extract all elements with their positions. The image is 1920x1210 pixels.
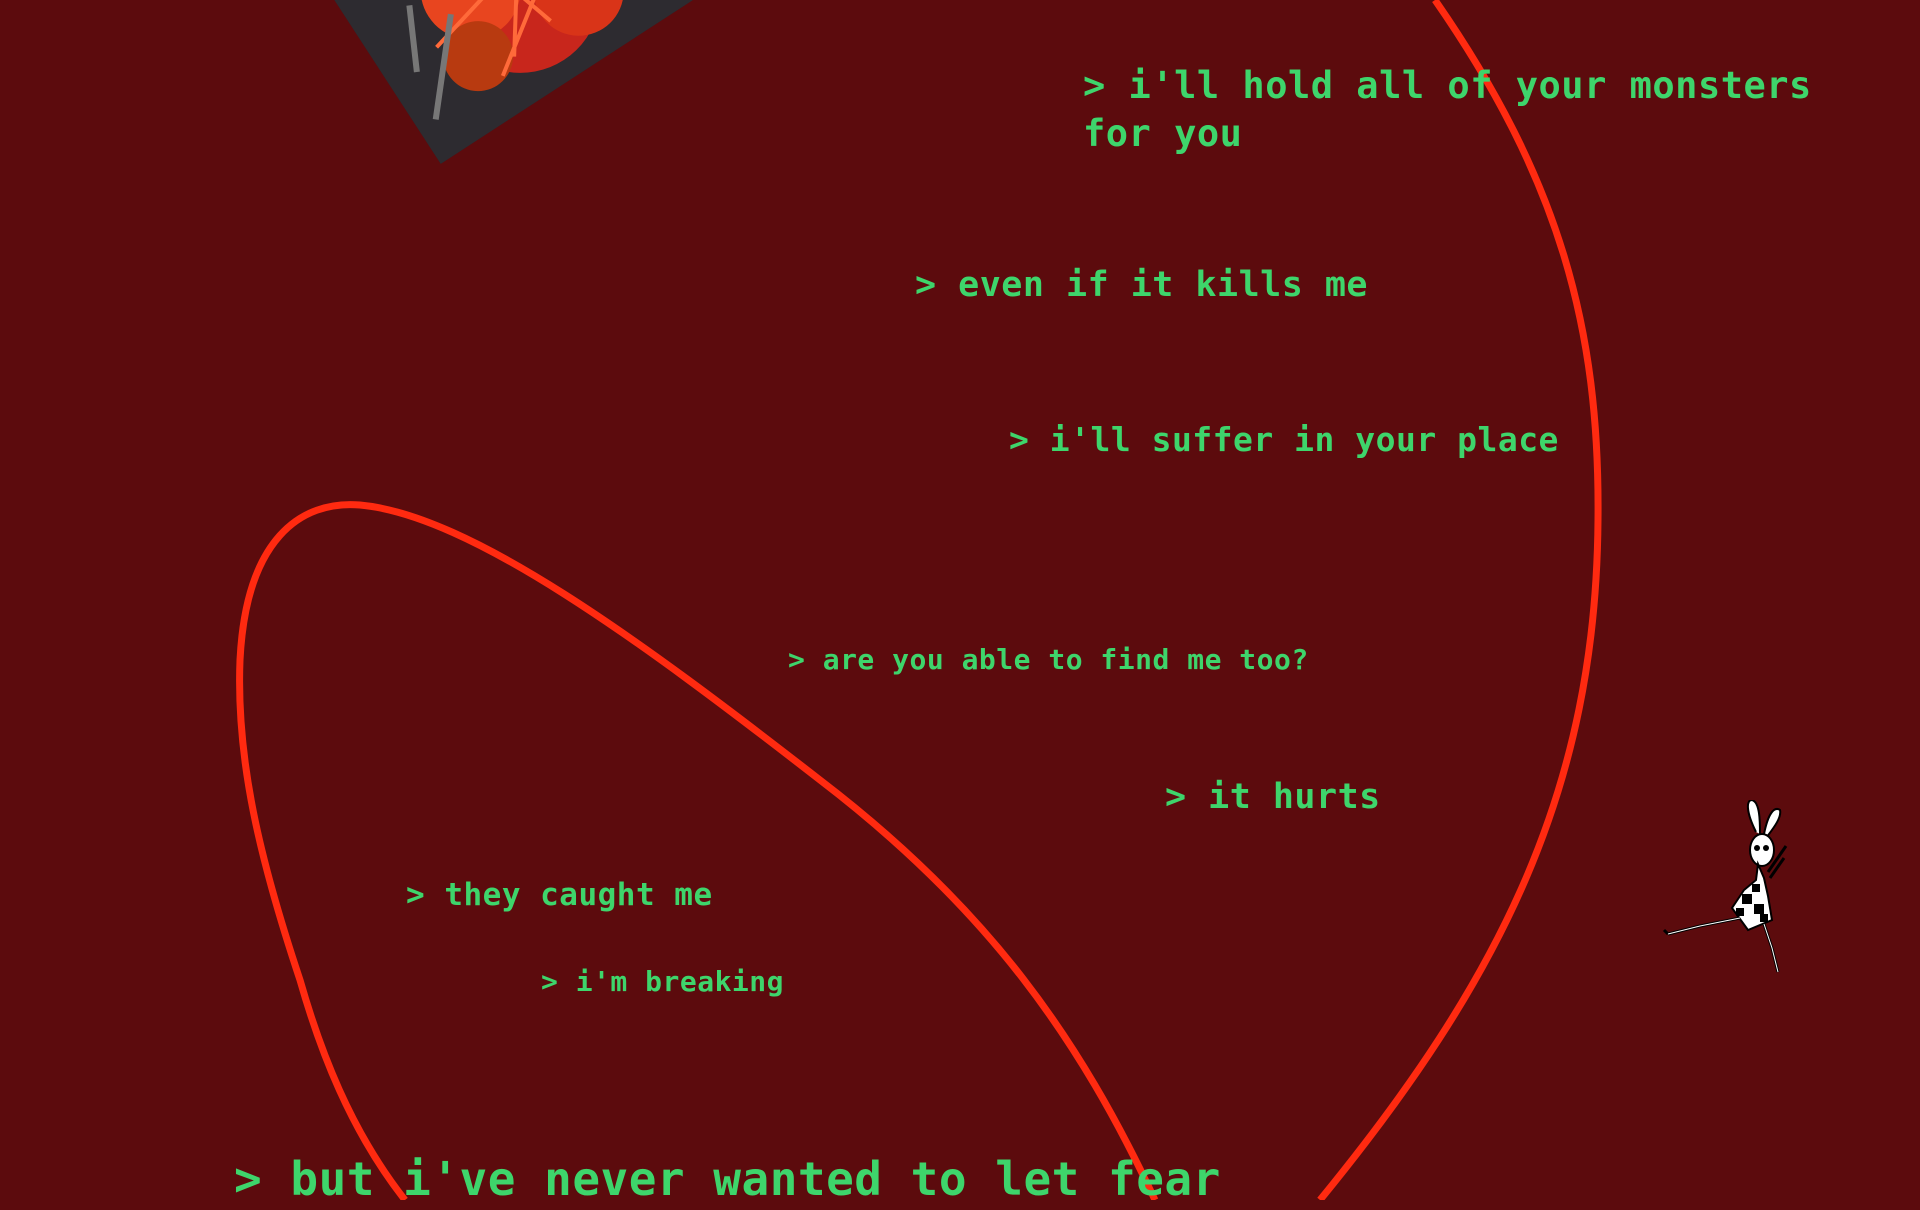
poem-line-4: > are you able to find me too? bbox=[788, 643, 1309, 676]
poem-line-1: > i'll hold all of your monsters for you bbox=[1083, 64, 1812, 156]
poem-line-2: > even if it kills me bbox=[915, 265, 1369, 305]
poem-line-8: > but i've never wanted to let fear bbox=[234, 1152, 1221, 1206]
small-loop-curve bbox=[236, 501, 1159, 1200]
poem-line-7: > i'm breaking bbox=[541, 965, 785, 998]
large-loop-curve bbox=[1317, 0, 1602, 1200]
red-curves bbox=[236, 0, 1602, 1200]
checkered-rabbit-illustration bbox=[1662, 800, 1788, 973]
poem-line-5: > it hurts bbox=[1165, 777, 1381, 817]
poem-line-6: > they caught me bbox=[406, 877, 713, 913]
poem-line-3: > i'll suffer in your place bbox=[1009, 420, 1559, 459]
